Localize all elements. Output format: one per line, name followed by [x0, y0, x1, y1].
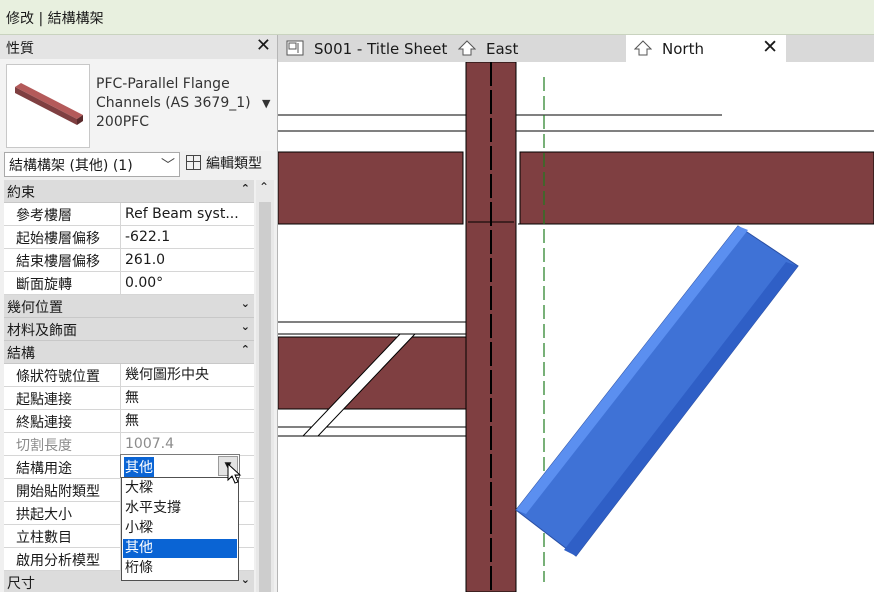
collapse-icon[interactable]: ⌃ [241, 343, 250, 356]
chevron-down-icon[interactable]: ▼ [262, 97, 270, 110]
property-group-header[interactable]: 結構 ⌃ [4, 341, 254, 364]
edit-type-button[interactable]: 編輯類型 [184, 152, 274, 175]
expand-icon[interactable]: ⌄ [241, 297, 250, 310]
property-group-header[interactable]: 約束 ⌃ [4, 180, 254, 203]
scrollbar-thumb[interactable] [259, 202, 271, 592]
property-group-label: 結構 [7, 346, 35, 362]
property-row[interactable]: 結束樓層偏移 261.0 [4, 249, 254, 272]
ribbon-context-bar: 修改 | 結構構架 [0, 0, 874, 35]
property-group-header[interactable]: 幾何位置 ⌄ [4, 295, 254, 318]
property-row[interactable]: 參考樓層 Ref Beam syst... [4, 203, 254, 226]
property-value[interactable]: Ref Beam syst... [120, 203, 239, 225]
dropdown-option[interactable]: 桁條 [123, 559, 237, 578]
type-selector[interactable]: PFC-Parallel Flange Channels (AS 3679_1)… [0, 59, 277, 151]
properties-title: 性質 [6, 41, 34, 57]
property-group-label: 材料及飾面 [7, 323, 77, 339]
property-label: 結構用途 [16, 461, 72, 477]
property-label: 終點連接 [16, 415, 72, 431]
property-label: 啟用分析模型 [16, 553, 100, 569]
property-label: 拱起大小 [16, 507, 72, 523]
property-value[interactable]: 0.00° [120, 272, 163, 294]
dropdown-option[interactable]: 大樑 [123, 479, 237, 498]
property-row[interactable]: 起始樓層偏移 -622.1 [4, 226, 254, 249]
dropdown-option[interactable]: 其他 [123, 539, 237, 558]
ribbon-context-title: 修改 | 結構構架 [6, 11, 104, 27]
elevation-view-icon [458, 40, 476, 56]
beam-right-upper[interactable] [519, 151, 874, 225]
edit-type-icon [186, 155, 201, 170]
view-canvas[interactable] [278, 62, 874, 592]
elevation-view-icon [634, 40, 652, 56]
mouse-cursor-icon [227, 463, 242, 484]
scroll-up-icon[interactable]: ⌃ [259, 180, 269, 194]
structural-usage-value: 其他 [124, 457, 154, 477]
property-label: 開始貼附類型 [16, 484, 100, 500]
property-value[interactable]: -622.1 [120, 226, 170, 248]
property-value[interactable]: 幾何圖形中央 [120, 364, 209, 386]
property-value: 1007.4 [120, 433, 174, 455]
property-group-label: 尺寸 [7, 576, 35, 592]
property-row[interactable]: 切割長度 1007.4 [4, 433, 254, 456]
property-value[interactable]: 261.0 [120, 249, 165, 271]
property-value[interactable]: 無 [120, 410, 139, 432]
property-group-label: 幾何位置 [7, 300, 63, 316]
close-icon[interactable]: ✕ [256, 35, 271, 56]
property-group-label: 約束 [7, 185, 35, 201]
close-icon[interactable]: ✕ [762, 36, 778, 58]
type-name: PFC-Parallel Flange Channels (AS 3679_1)… [96, 76, 251, 130]
property-label: 切割長度 [16, 438, 72, 454]
property-label: 參考樓層 [16, 208, 72, 224]
property-row[interactable]: 條狀符號位置 幾何圖形中央 [4, 364, 254, 387]
tab-label: S001 - Title Sheet [314, 40, 448, 58]
tab-east[interactable]: East [450, 35, 626, 62]
property-row[interactable]: 終點連接 無 [4, 410, 254, 433]
dropdown-option[interactable]: 小樑 [123, 519, 237, 538]
property-group-header[interactable]: 材料及飾面 ⌄ [4, 318, 254, 341]
property-value[interactable]: 無 [120, 387, 139, 409]
properties-scrollbar[interactable]: ⌃ [256, 180, 274, 592]
sheet-icon [286, 40, 304, 56]
properties-title-bar: 性質 ✕ [0, 35, 277, 59]
view-tab-bar: S001 - Title Sheet East North ✕ [278, 35, 874, 63]
expand-icon[interactable]: ⌄ [241, 573, 250, 586]
channel-beam-icon [15, 83, 83, 125]
property-row[interactable]: 起點連接 無 [4, 387, 254, 410]
tab-label: East [486, 40, 519, 58]
type-preview-image [6, 64, 90, 148]
tab-label: North [662, 40, 704, 58]
dropdown-option[interactable]: 水平支撐 [123, 499, 237, 518]
property-label: 斷面旋轉 [16, 277, 72, 293]
chevron-down-icon: ﹀ [161, 158, 175, 174]
property-label: 起點連接 [16, 392, 72, 408]
tab-north[interactable]: North ✕ [626, 35, 786, 62]
selected-channel-beam[interactable] [515, 225, 799, 557]
beam-left-upper[interactable] [278, 151, 464, 225]
property-label: 條狀符號位置 [16, 369, 100, 385]
instance-filter-dropdown[interactable]: 結構構架 (其他) (1) ﹀ [4, 152, 180, 177]
tab-title-sheet[interactable]: S001 - Title Sheet [278, 35, 450, 62]
property-label: 結束樓層偏移 [16, 254, 100, 270]
expand-icon[interactable]: ⌄ [241, 320, 250, 333]
property-label: 起始樓層偏移 [16, 231, 100, 247]
structural-usage-options: 大樑 水平支撐 小樑 其他 桁條 [121, 477, 239, 581]
structural-usage-combobox[interactable]: 其他 ▼ [120, 454, 240, 478]
property-label: 立柱數目 [16, 530, 72, 546]
elevation-drawing[interactable] [278, 62, 874, 592]
edit-type-label: 編輯類型 [206, 156, 262, 172]
instance-filter-value: 結構構架 (其他) (1) [9, 158, 133, 174]
property-row[interactable]: 斷面旋轉 0.00° [4, 272, 254, 295]
collapse-icon[interactable]: ⌃ [241, 182, 250, 195]
